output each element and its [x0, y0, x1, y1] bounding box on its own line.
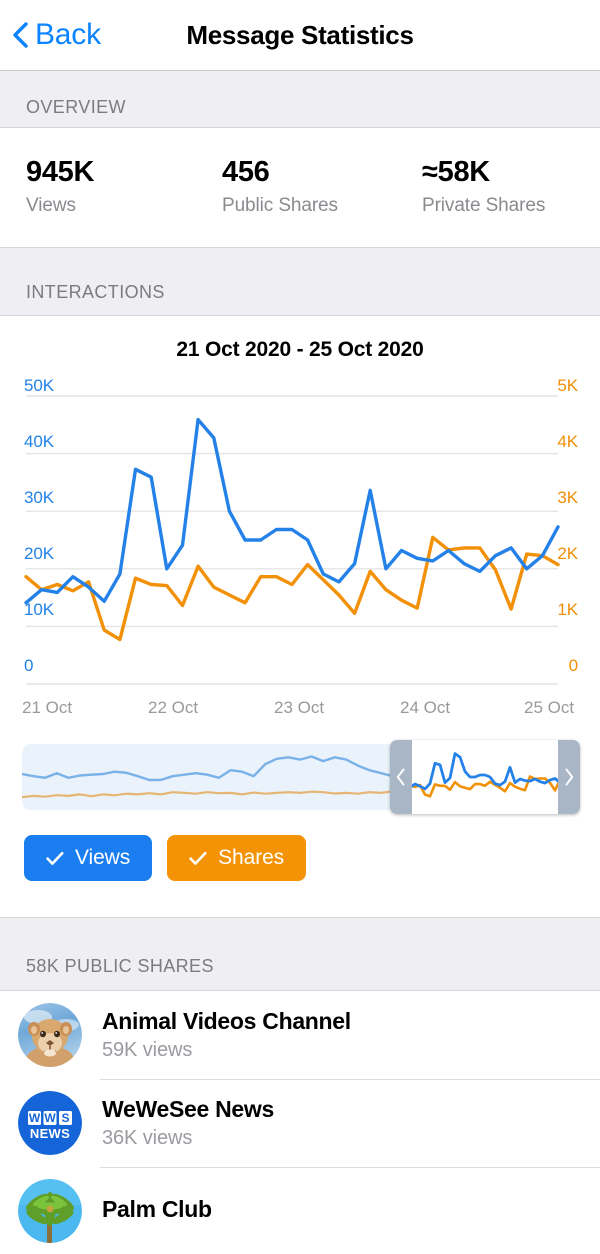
interactions-line-chart — [24, 395, 560, 686]
legend-label: Views — [75, 846, 131, 870]
list-item[interactable]: Animal Videos Channel 59K views — [0, 991, 600, 1080]
chart-range-scrubber[interactable] — [22, 740, 580, 815]
list-item-subtitle: 59K views — [102, 1039, 193, 1062]
scrubber-left-handle[interactable] — [390, 740, 412, 815]
avatar — [18, 1179, 82, 1244]
x-axis-tick: 22 Oct — [148, 698, 199, 718]
legend-toggle-shares[interactable]: Shares — [167, 835, 307, 882]
avatar — [18, 1003, 82, 1068]
y-axis-left-tick: 30K — [24, 488, 54, 508]
chevron-left-icon — [396, 768, 405, 786]
palm-tree-photo — [18, 1179, 82, 1244]
list-item-texts: Animal Videos Channel 59K views — [102, 1008, 351, 1062]
y-axis-right-tick: 1K — [557, 600, 578, 620]
chart-gridlines — [26, 395, 558, 686]
list-item-texts: WeWeSee News 36K views — [102, 1096, 274, 1150]
navigation-bar: Back Message Statistics — [0, 0, 600, 71]
y-axis-right-tick: 4K — [557, 432, 578, 452]
list-item-title: WeWeSee News — [102, 1096, 274, 1123]
y-axis-left-tick: 50K — [24, 376, 54, 396]
stat-private-shares: ≈58K Private Shares — [396, 156, 600, 217]
interactions-chart-block: 21 Oct 2020 - 25 Oct 2020 50K 40K 30K 20… — [0, 315, 600, 918]
stat-label: Private Shares — [422, 195, 546, 217]
legend-toggle-views[interactable]: Views — [24, 835, 153, 882]
list-item-subtitle: 36K views — [102, 1127, 193, 1150]
x-axis-tick: 23 Oct — [274, 698, 325, 718]
chart-area[interactable]: 50K 40K 30K 20K 10K 0 5K 4K 3K 2K 1K 0 2… — [0, 370, 600, 730]
chart-title: 21 Oct 2020 - 25 Oct 2020 — [176, 338, 424, 362]
overview-stats: 945K Views 456 Public Shares ≈58K Privat… — [0, 127, 600, 249]
scrubber-selection-window[interactable] — [390, 740, 580, 815]
svg-text:W: W — [29, 1111, 41, 1125]
y-axis-left-tick: 20K — [24, 544, 54, 564]
list-item-texts: Palm Club — [102, 1196, 212, 1227]
chevron-right-icon — [565, 768, 574, 786]
back-button[interactable]: Back — [12, 18, 101, 52]
wws-news-logo: W W S NEWS — [18, 1091, 82, 1156]
y-axis-right-tick: 2K — [557, 544, 578, 564]
legend-label: Shares — [218, 846, 285, 870]
stat-value: 456 — [222, 156, 270, 188]
y-axis-left-tick: 0 — [24, 656, 34, 676]
lion-cub-photo — [18, 1003, 82, 1068]
public-shares-section-header: 58K PUBLIC SHARES — [0, 917, 600, 992]
list-item[interactable]: W W S NEWS WeWeSee News 36K views — [0, 1079, 600, 1168]
y-axis-left-tick: 10K — [24, 600, 54, 620]
shares-line — [24, 536, 560, 642]
stat-views: 945K Views — [0, 156, 196, 217]
selection-views-line — [399, 752, 572, 791]
scrubber-right-handle[interactable] — [558, 740, 580, 815]
check-icon — [46, 851, 64, 865]
y-axis-right-tick: 3K — [557, 488, 578, 508]
x-axis-tick: 21 Oct — [22, 698, 73, 718]
scrubber-selection-preview — [390, 740, 580, 814]
overview-section-header: OVERVIEW — [0, 71, 600, 127]
list-item[interactable]: Palm Club — [0, 1167, 600, 1254]
check-icon — [189, 851, 207, 865]
stat-value: ≈58K — [422, 156, 490, 188]
stat-label: Views — [26, 195, 76, 217]
y-axis-right-tick: 5K — [557, 376, 578, 396]
y-axis-right-tick: 0 — [568, 656, 578, 676]
x-axis-tick: 24 Oct — [400, 698, 451, 718]
svg-text:S: S — [61, 1111, 69, 1125]
svg-text:W: W — [44, 1111, 56, 1125]
list-item-title: Palm Club — [102, 1195, 212, 1222]
interactions-section-header: INTERACTIONS — [0, 248, 600, 316]
chart-legend: Views Shares — [0, 810, 600, 913]
back-label: Back — [35, 18, 101, 51]
chevron-left-icon — [13, 22, 28, 48]
scrubber-selection-chart — [399, 752, 572, 798]
x-axis-tick: 25 Oct — [524, 698, 575, 718]
y-axis-left-tick: 40K — [24, 432, 54, 452]
avatar: W W S NEWS — [18, 1091, 82, 1156]
list-item-title: Animal Videos Channel — [102, 1008, 351, 1035]
stat-value: 945K — [26, 156, 95, 188]
svg-text:NEWS: NEWS — [30, 1126, 70, 1141]
stat-label: Public Shares — [222, 195, 338, 217]
stat-public-shares: 456 Public Shares — [196, 156, 396, 217]
